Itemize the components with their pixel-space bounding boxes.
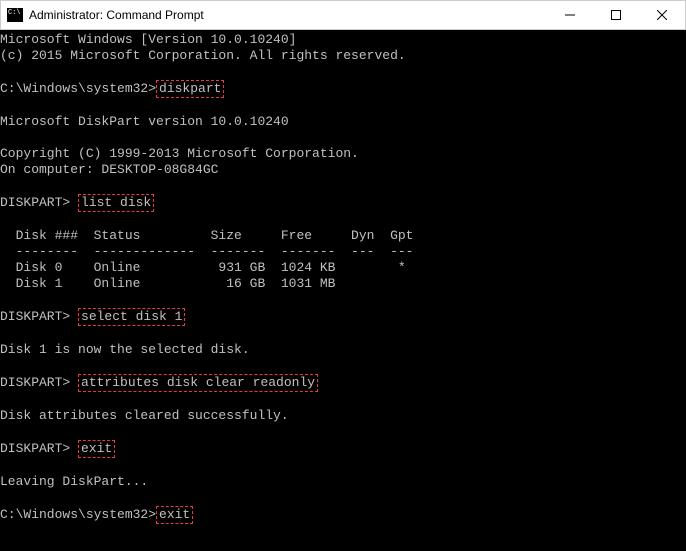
command-highlight: exit	[156, 506, 193, 524]
table-header: Disk ### Status Size Free Dyn Gpt	[0, 228, 413, 243]
prompt: DISKPART>	[0, 441, 78, 456]
output-line: Disk 1 is now the selected disk.	[0, 342, 250, 357]
minimize-button[interactable]	[547, 1, 593, 29]
prompt: DISKPART>	[0, 375, 78, 390]
window-title: Administrator: Command Prompt	[29, 8, 547, 22]
cmd-icon	[7, 8, 23, 22]
prompt: C:\Windows\system32>	[0, 81, 156, 96]
output-line: Microsoft Windows [Version 10.0.10240]	[0, 32, 296, 47]
output-line: (c) 2015 Microsoft Corporation. All righ…	[0, 48, 406, 63]
window-controls	[547, 1, 685, 29]
command-highlight: exit	[78, 440, 115, 458]
output-line: On computer: DESKTOP-08G84GC	[0, 162, 218, 177]
output-line: Leaving DiskPart...	[0, 474, 148, 489]
terminal-output[interactable]: Microsoft Windows [Version 10.0.10240] (…	[0, 30, 686, 551]
output-line: Microsoft DiskPart version 10.0.10240	[0, 114, 289, 129]
output-line: Copyright (C) 1999-2013 Microsoft Corpor…	[0, 146, 359, 161]
command-highlight: attributes disk clear readonly	[78, 374, 318, 392]
command-highlight: select disk 1	[78, 308, 185, 326]
output-line: Disk attributes cleared successfully.	[0, 408, 289, 423]
prompt: DISKPART>	[0, 309, 78, 324]
titlebar: Administrator: Command Prompt	[0, 0, 686, 30]
prompt: DISKPART>	[0, 195, 78, 210]
close-button[interactable]	[639, 1, 685, 29]
table-row: Disk 0 Online 931 GB 1024 KB *	[0, 260, 406, 275]
table-row: Disk 1 Online 16 GB 1031 MB	[0, 276, 335, 291]
table-separator: -------- ------------- ------- ------- -…	[0, 244, 413, 259]
maximize-button[interactable]	[593, 1, 639, 29]
command-highlight: diskpart	[156, 80, 224, 98]
prompt: C:\Windows\system32>	[0, 507, 156, 522]
command-highlight: list disk	[78, 194, 154, 212]
